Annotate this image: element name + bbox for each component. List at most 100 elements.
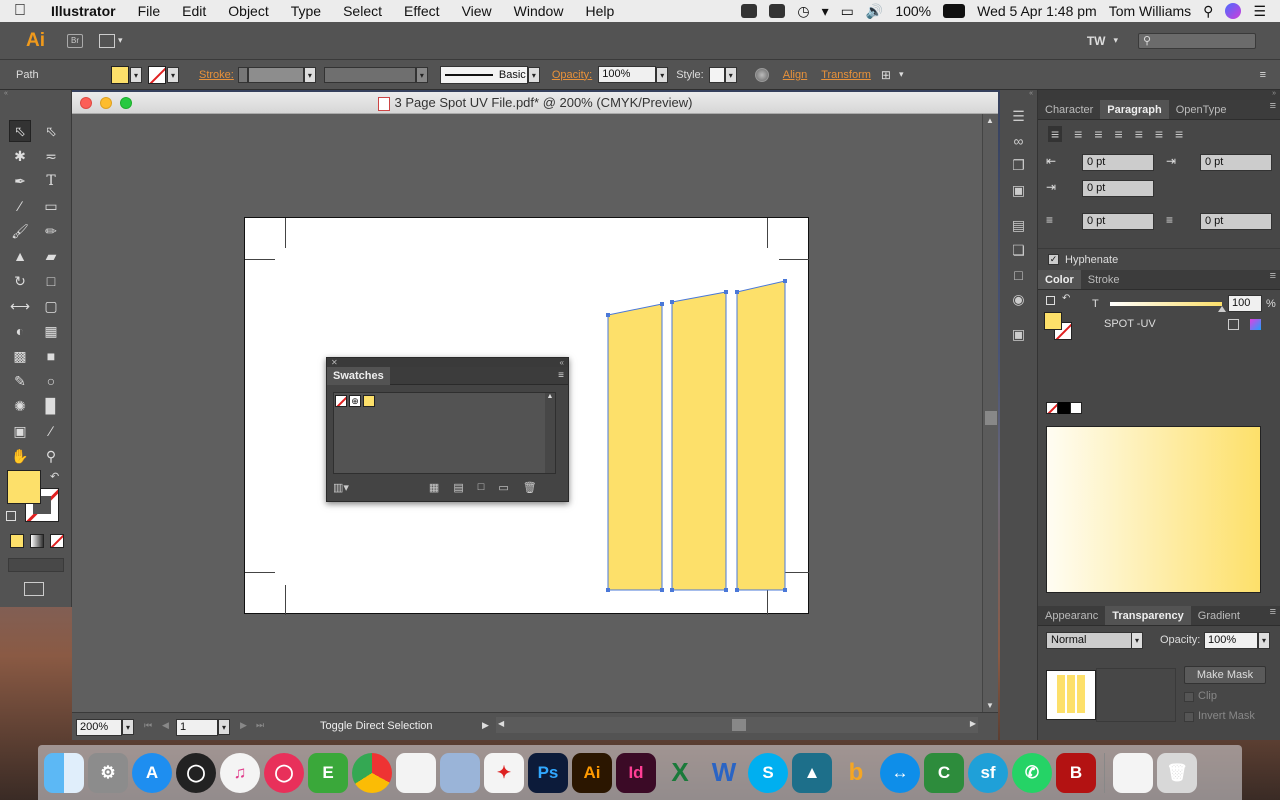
line-tool-icon[interactable]: ∕ — [9, 195, 31, 217]
swap-colors-icon[interactable]: ↶ — [1062, 293, 1070, 304]
default-fill-stroke-icon[interactable] — [6, 511, 16, 521]
screen-mode-icon[interactable] — [24, 582, 44, 596]
stroke-dropdown[interactable]: ▾ — [167, 66, 179, 83]
dashboard-icon[interactable]: ◯ — [176, 752, 216, 793]
justify-left-icon[interactable]: ≡ — [1115, 126, 1123, 142]
artboard-tool-icon[interactable]: ▣ — [9, 420, 31, 442]
illustrator-icon[interactable]: Ai — [572, 752, 612, 793]
menu-file[interactable]: File — [127, 3, 172, 19]
stroke-label[interactable]: Stroke: — [199, 69, 234, 81]
airplay-icon[interactable]: ▭ — [841, 3, 854, 20]
artboard-number-field[interactable]: 1 — [176, 719, 218, 736]
pathfinder-panel-icon[interactable]: ❏ — [1012, 242, 1025, 259]
tint-slider-handle[interactable] — [1218, 306, 1226, 312]
tint-slider[interactable] — [1110, 302, 1222, 306]
shape-builder-tool-icon[interactable]: ◐ — [9, 320, 31, 342]
vpn-icon[interactable]: ▲ — [792, 752, 832, 793]
zoom-level-field[interactable]: 200% — [76, 719, 122, 736]
stroke-swatch-none[interactable] — [148, 65, 166, 84]
scroll-right-arrow[interactable]: ▶ — [970, 719, 976, 728]
swatch-options-icon[interactable]: ▤ — [453, 481, 463, 494]
space-after-field[interactable]: 0 pt — [1200, 213, 1272, 230]
transparency-opacity-dropdown[interactable]: ▾ — [1258, 632, 1270, 649]
menu-type[interactable]: Type — [280, 3, 332, 19]
workspace-switcher[interactable]: TW — [1087, 34, 1106, 48]
volume-icon[interactable]: 🔊 — [866, 3, 883, 20]
spot-uv-panel-3[interactable] — [736, 280, 786, 591]
selection-tool-icon[interactable]: ⬁ — [9, 120, 31, 142]
eraser-tool-icon[interactable]: ▰ — [40, 245, 62, 267]
next-artboard-icon[interactable]: ▶ — [240, 720, 247, 731]
finder-icon[interactable] — [44, 752, 84, 793]
color-fill-box[interactable] — [1044, 312, 1062, 330]
evernote-status-icon[interactable] — [741, 4, 758, 18]
column-graph-tool-icon[interactable]: ▉ — [40, 395, 62, 417]
slice-tool-icon[interactable]: ∕ — [40, 420, 62, 442]
transform-link[interactable]: Transform — [821, 69, 871, 81]
salesforce-icon[interactable]: sf — [968, 752, 1008, 793]
drive-status-icon[interactable] — [769, 4, 786, 18]
tint-field[interactable]: 100 — [1228, 295, 1262, 312]
minimize-window-button[interactable] — [100, 97, 112, 109]
chrome-icon[interactable] — [352, 752, 392, 793]
artboard-dropdown[interactable]: ▾ — [218, 719, 230, 735]
time-machine-icon[interactable]: ◷ — [797, 3, 809, 20]
spot-uv-panel-2[interactable] — [671, 291, 727, 591]
swatches-tab[interactable]: Swatches — [327, 366, 390, 385]
siri-icon[interactable] — [1225, 3, 1242, 19]
color-panel-menu-icon[interactable]: ≡ — [1270, 270, 1280, 289]
scroll-down-arrow[interactable]: ▼ — [986, 701, 994, 710]
profile-dropdown[interactable]: ▾ — [415, 66, 428, 83]
align-right-icon[interactable]: ≡ — [1094, 126, 1102, 142]
clip-checkbox[interactable] — [1184, 692, 1194, 702]
tab-color[interactable]: Color — [1038, 270, 1081, 289]
scroll-left-arrow[interactable]: ◀ — [498, 719, 504, 728]
whatsapp-icon[interactable]: ✆ — [1012, 752, 1052, 793]
swatch-scrollbar[interactable]: ▲ — [545, 393, 555, 473]
wifi-icon[interactable]: ▾ — [822, 3, 829, 20]
tab-stroke[interactable]: Stroke — [1081, 270, 1127, 289]
links-panel-icon[interactable]: ∞ — [1014, 133, 1024, 149]
b-app-icon[interactable]: B — [1056, 752, 1096, 793]
zoom-tool-icon[interactable]: ⚲ — [40, 445, 62, 467]
blend-mode-dropdown[interactable]: ▾ — [1131, 632, 1143, 649]
tab-gradient[interactable]: Gradient — [1191, 606, 1247, 625]
canvas[interactable]: ✕ « Swatches ≡ ⊕ ▲ ▥▾ ▦ ▤ □ ▭ 🗑 — [72, 114, 982, 712]
bee-app-icon[interactable]: b — [836, 753, 876, 793]
new-swatch-icon[interactable]: ▭ — [498, 481, 508, 494]
menu-edit[interactable]: Edit — [171, 3, 217, 19]
zoom-window-button[interactable] — [120, 97, 132, 109]
rotate-tool-icon[interactable]: ↻ — [9, 270, 31, 292]
justify-all-icon[interactable]: ≡ — [1175, 126, 1183, 142]
transform-panel-icon[interactable]: □ — [1014, 267, 1022, 283]
textedit-icon[interactable] — [396, 752, 436, 793]
hyphenate-checkbox[interactable]: ✓ — [1048, 254, 1059, 265]
previous-artboard-icon[interactable]: ◀ — [162, 720, 169, 731]
opacity-field[interactable]: 100% — [598, 66, 657, 83]
space-before-field[interactable]: 0 pt — [1082, 213, 1154, 230]
scale-tool-icon[interactable]: □ — [40, 270, 62, 292]
tab-character[interactable]: Character — [1038, 100, 1100, 119]
new-color-group-icon[interactable]: □ — [478, 481, 485, 493]
white-color-chip[interactable] — [1070, 402, 1082, 414]
arrange-dropdown-icon[interactable]: ▾ — [118, 35, 123, 46]
user-name[interactable]: Tom Williams — [1109, 3, 1191, 19]
menu-object[interactable]: Object — [217, 3, 279, 19]
evernote-icon[interactable]: E — [308, 752, 348, 793]
none-mode-icon[interactable] — [50, 534, 64, 548]
paragraph-panel-menu-icon[interactable]: ≡ — [1270, 100, 1280, 119]
trash-icon[interactable]: 🗑 — [1157, 752, 1197, 793]
none-color-chip[interactable] — [1046, 402, 1058, 414]
type-tool-icon[interactable]: T — [40, 170, 62, 192]
swap-fill-stroke-icon[interactable]: ↶ — [50, 470, 59, 483]
close-window-button[interactable] — [80, 97, 92, 109]
swatch-spot-uv[interactable] — [363, 395, 375, 407]
skype-icon[interactable]: S — [748, 752, 788, 793]
swatches-menu-icon[interactable]: ≡ — [558, 370, 568, 381]
vertical-scrollbar[interactable]: ▲ ▼ — [982, 114, 998, 712]
status-menu-arrow-icon[interactable]: ▶ — [482, 720, 489, 731]
isolate-selected-icon[interactable]: ⊞ — [881, 68, 891, 82]
width-tool-icon[interactable]: ⟷ — [9, 295, 31, 317]
recolor-artwork-icon[interactable] — [754, 67, 769, 82]
clock[interactable]: Wed 5 Apr 1:48 pm — [977, 3, 1097, 19]
